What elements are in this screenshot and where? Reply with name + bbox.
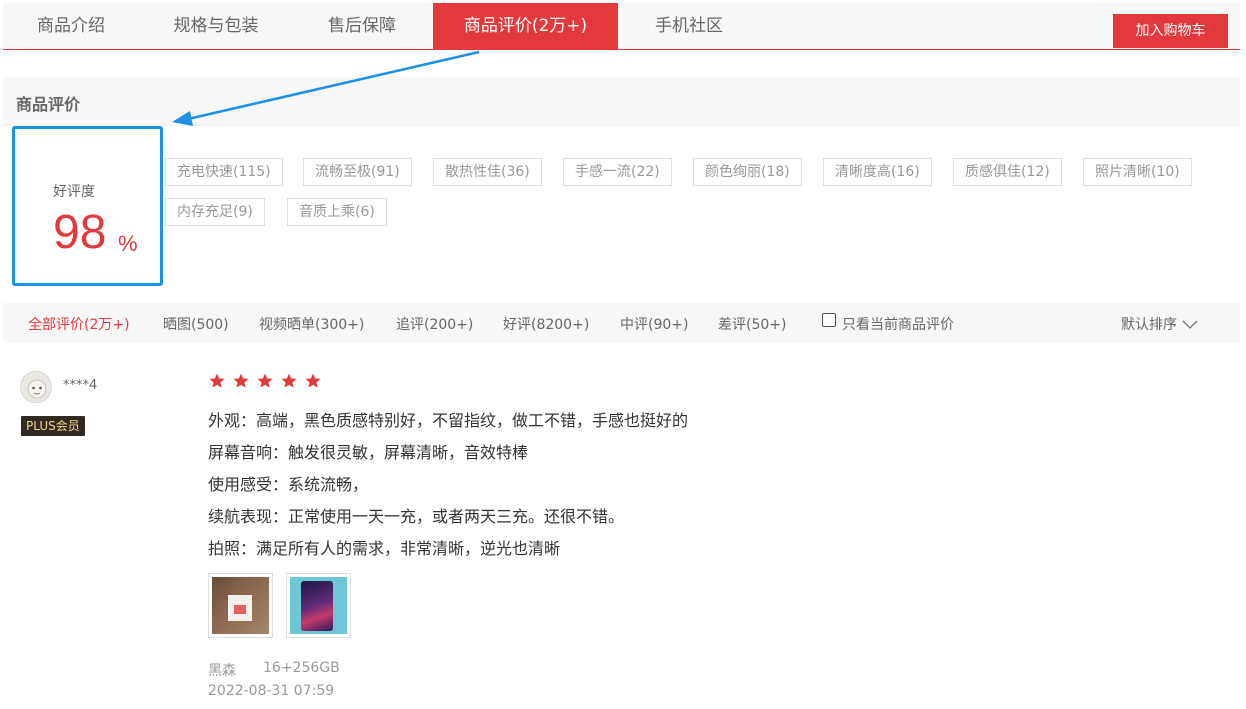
good-rate-value: 98 bbox=[53, 206, 107, 259]
tab-reviews[interactable]: 商品评价(2万+) bbox=[433, 3, 618, 49]
review-tag[interactable]: 流畅至极(91) bbox=[303, 158, 412, 186]
review-tag[interactable]: 内存充足(9) bbox=[165, 198, 265, 226]
add-to-cart-button[interactable]: 加入购物车 bbox=[1113, 14, 1228, 48]
tab-phone-community[interactable]: 手机社区 bbox=[635, 3, 743, 49]
star-icon bbox=[305, 373, 321, 388]
review-tag[interactable]: 清晰度高(16) bbox=[823, 158, 932, 186]
review-text-line: 屏幕音响：触发很灵敏，屏幕清晰，音效特棒 bbox=[208, 443, 529, 462]
good-rate-unit: % bbox=[118, 231, 138, 256]
rating-stars bbox=[208, 372, 323, 394]
sort-label: 默认排序 bbox=[1121, 317, 1177, 333]
review-text-line: 拍照：满足所有人的需求，非常清晰，逆光也清晰 bbox=[208, 539, 561, 558]
review-photo-thumbnail[interactable] bbox=[208, 573, 273, 638]
tab-specs-packaging[interactable]: 规格与包装 bbox=[151, 3, 281, 49]
filter-neutral[interactable]: 中评(90+) bbox=[620, 314, 688, 334]
user-avatar[interactable] bbox=[20, 371, 52, 403]
username: ****4 bbox=[63, 378, 98, 393]
review-filter-bar: 全部评价(2万+) 晒图(500) 视频晒单(300+) 追评(200+) 好评… bbox=[3, 303, 1240, 343]
section-title: 商品评价 bbox=[16, 95, 81, 114]
only-current-checkbox[interactable] bbox=[822, 313, 836, 327]
sort-dropdown[interactable]: 默认排序 bbox=[1121, 314, 1198, 334]
filter-videos[interactable]: 视频晒单(300+) bbox=[259, 314, 364, 334]
filter-follow-up[interactable]: 追评(200+) bbox=[396, 314, 473, 334]
reviews-section-header: 商品评价 bbox=[3, 77, 1240, 126]
review-photo-thumbnail[interactable] bbox=[286, 573, 351, 638]
review-tag[interactable]: 充电快速(115) bbox=[165, 158, 283, 186]
review-tag[interactable]: 手感一流(22) bbox=[563, 158, 672, 186]
star-icon bbox=[257, 373, 273, 388]
review-tag[interactable]: 散热性佳(36) bbox=[433, 158, 542, 186]
review-text-line: 外观：高端，黑色质感特别好，不留指纹，做工不错，手感也挺好的 bbox=[208, 411, 689, 430]
filter-negative[interactable]: 差评(50+) bbox=[718, 314, 786, 334]
review-tag[interactable]: 颜色绚丽(18) bbox=[693, 158, 802, 186]
chevron-down-icon bbox=[1182, 320, 1198, 329]
filter-photos[interactable]: 晒图(500) bbox=[163, 314, 229, 334]
review-date: 2022-08-31 07:59 bbox=[208, 683, 335, 699]
product-spec: 16+256GB bbox=[263, 660, 340, 676]
star-icon bbox=[281, 373, 297, 388]
star-icon bbox=[233, 373, 249, 388]
tab-product-intro[interactable]: 商品介绍 bbox=[3, 3, 139, 49]
good-rate-box: 好评度 98 % bbox=[12, 126, 163, 286]
review-text-line: 续航表现：正常使用一天一充，或者两天三充。还很不错。 bbox=[208, 507, 625, 526]
filter-positive[interactable]: 好评(8200+) bbox=[503, 314, 589, 334]
product-tab-bar: 商品介绍 规格与包装 售后保障 商品评价(2万+) 手机社区 加入购物车 bbox=[3, 3, 1240, 50]
star-icon bbox=[209, 373, 225, 388]
product-color: 黑森 bbox=[208, 663, 236, 679]
plus-member-badge: PLUS会员 bbox=[21, 416, 85, 436]
filter-all[interactable]: 全部评价(2万+) bbox=[28, 314, 130, 334]
tab-after-sales[interactable]: 售后保障 bbox=[303, 3, 421, 49]
review-text-line: 使用感受：系统流畅， bbox=[208, 475, 369, 494]
good-rate-label: 好评度 bbox=[53, 184, 95, 200]
review-tag[interactable]: 照片清晰(10) bbox=[1083, 158, 1192, 186]
review-tag[interactable]: 质感俱佳(12) bbox=[953, 158, 1062, 186]
only-current-label: 只看当前商品评价 bbox=[842, 317, 954, 333]
review-tag[interactable]: 音质上乘(6) bbox=[287, 198, 387, 226]
